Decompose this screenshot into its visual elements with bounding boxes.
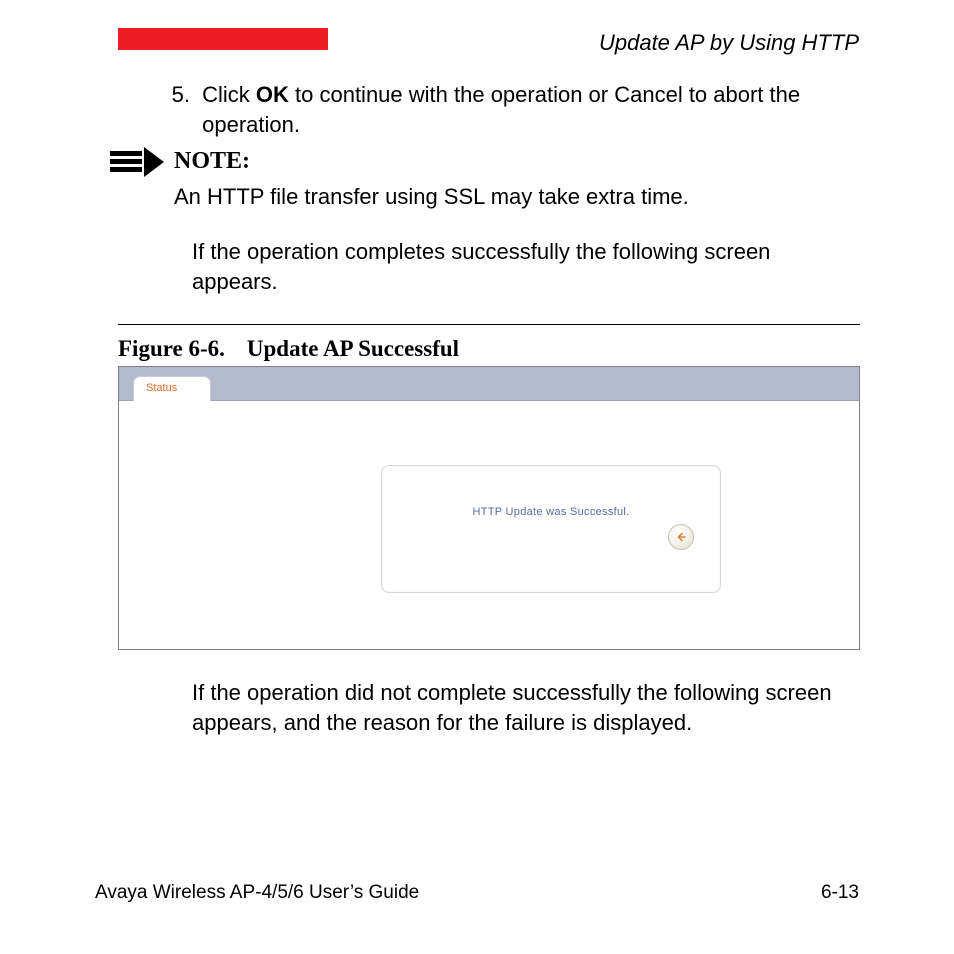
figure-number: Figure 6-6. xyxy=(118,336,225,361)
note-label: NOTE: xyxy=(174,148,250,175)
panel-area: HTTP Update was Successful. xyxy=(119,401,859,649)
figure-title: Update AP Successful xyxy=(247,336,459,361)
figure-rule xyxy=(118,324,860,325)
success-intro-paragraph: If the operation completes successfully … xyxy=(192,237,852,296)
footer-page-number: 6-13 xyxy=(821,882,859,904)
tab-status[interactable]: Status xyxy=(133,376,211,401)
embedded-screenshot: Status HTTP Update was Successful. xyxy=(118,366,860,650)
step-text: Click OK to continue with the operation … xyxy=(202,80,852,139)
document-page: Update AP by Using HTTP 5. Click OK to c… xyxy=(0,0,954,954)
step-text-pre: Click xyxy=(202,82,256,107)
status-message: HTTP Update was Successful. xyxy=(382,506,720,518)
failure-paragraph: If the operation did not complete succes… xyxy=(192,678,862,737)
step-text-post: to continue with the operation or Cancel… xyxy=(202,82,800,137)
header-accent-bar xyxy=(118,28,328,50)
step-text-bold: OK xyxy=(256,82,289,107)
step-number: 5. xyxy=(160,80,190,110)
tab-bar: Status xyxy=(119,367,859,401)
back-arrow-icon xyxy=(675,531,687,543)
back-button[interactable] xyxy=(668,524,694,550)
footer-guide-title: Avaya Wireless AP-4/5/6 User’s Guide xyxy=(95,882,419,904)
note-arrow-icon xyxy=(110,147,168,182)
figure-caption: Figure 6-6. Update AP Successful xyxy=(118,336,459,362)
note-body: An HTTP file transfer using SSL may take… xyxy=(174,182,854,212)
status-panel: HTTP Update was Successful. xyxy=(381,465,721,593)
header-section-title: Update AP by Using HTTP xyxy=(599,30,859,56)
instruction-step: 5. Click OK to continue with the operati… xyxy=(160,80,860,139)
